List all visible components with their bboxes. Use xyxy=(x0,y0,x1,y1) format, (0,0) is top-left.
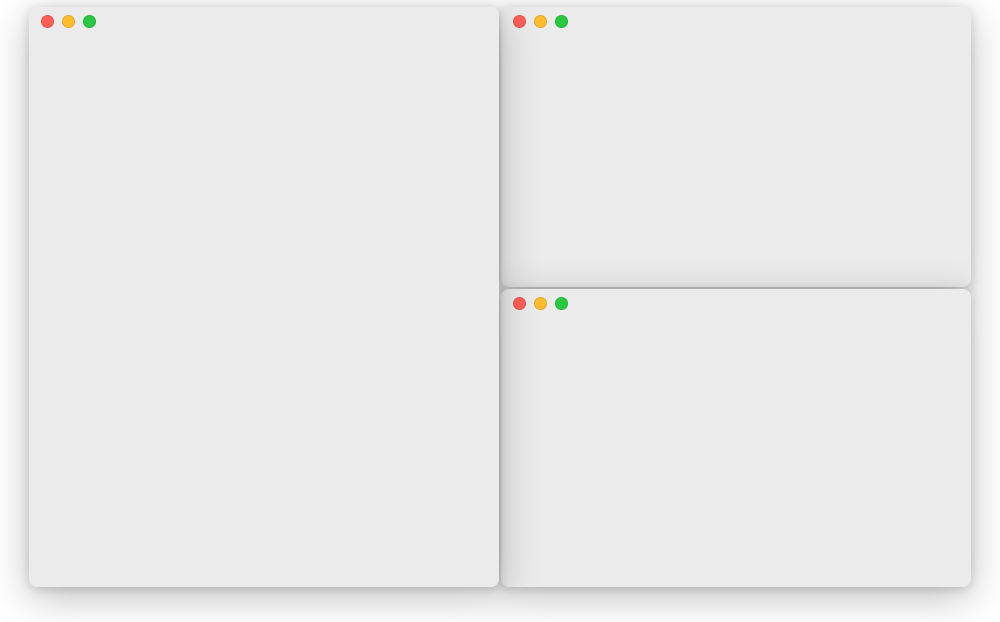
titlebar[interactable] xyxy=(501,7,971,35)
minimize-icon[interactable] xyxy=(534,15,547,28)
minimize-icon[interactable] xyxy=(534,297,547,310)
titlebar[interactable] xyxy=(29,7,499,35)
close-icon[interactable] xyxy=(41,15,54,28)
titlebar[interactable] xyxy=(501,289,971,317)
close-icon[interactable] xyxy=(513,15,526,28)
minimize-icon[interactable] xyxy=(62,15,75,28)
zoom-icon[interactable] xyxy=(83,15,96,28)
window-bottom-right[interactable] xyxy=(501,289,971,587)
window-left[interactable] xyxy=(29,7,499,587)
close-icon[interactable] xyxy=(513,297,526,310)
zoom-icon[interactable] xyxy=(555,15,568,28)
zoom-icon[interactable] xyxy=(555,297,568,310)
window-top-right[interactable] xyxy=(501,7,971,287)
